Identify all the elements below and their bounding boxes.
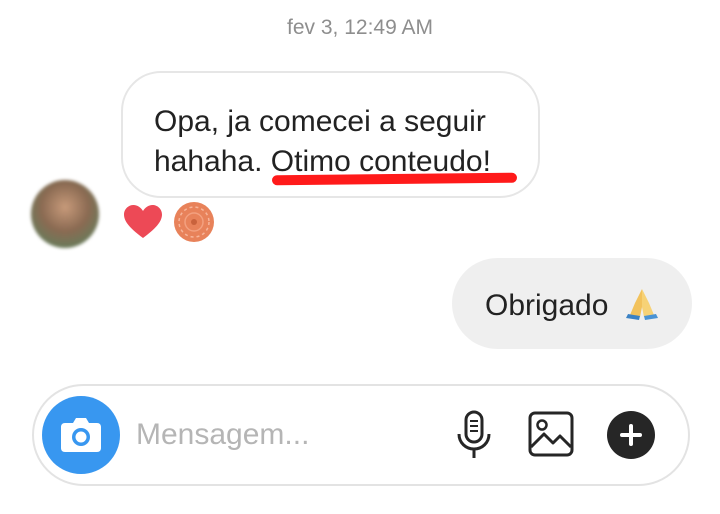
incoming-message-line-2-prefix: hahaha. (154, 145, 271, 178)
incoming-message-line-1: Opa, ja comecei a seguir (154, 105, 486, 138)
heart-icon[interactable] (123, 204, 163, 240)
avatar[interactable] (31, 180, 99, 248)
message-composer: Mensagem... (32, 384, 690, 486)
outgoing-message-text: Obrigado (485, 289, 609, 322)
message-timestamp: fev 3, 12:49 AM (287, 16, 433, 39)
message-input[interactable]: Mensagem... (136, 418, 309, 452)
microphone-icon[interactable] (454, 410, 494, 460)
plus-icon (620, 424, 642, 446)
gallery-icon[interactable] (528, 411, 574, 457)
camera-button[interactable] (42, 396, 120, 474)
add-button[interactable] (607, 411, 655, 459)
pray-emoji (625, 289, 658, 320)
outgoing-message-bubble[interactable]: Obrigado (452, 258, 692, 349)
cookie-emoji[interactable] (173, 201, 215, 243)
direct-message-thread: fev 3, 12:49 AM Opa, ja comecei a seguir… (0, 0, 720, 514)
camera-icon (61, 418, 101, 452)
